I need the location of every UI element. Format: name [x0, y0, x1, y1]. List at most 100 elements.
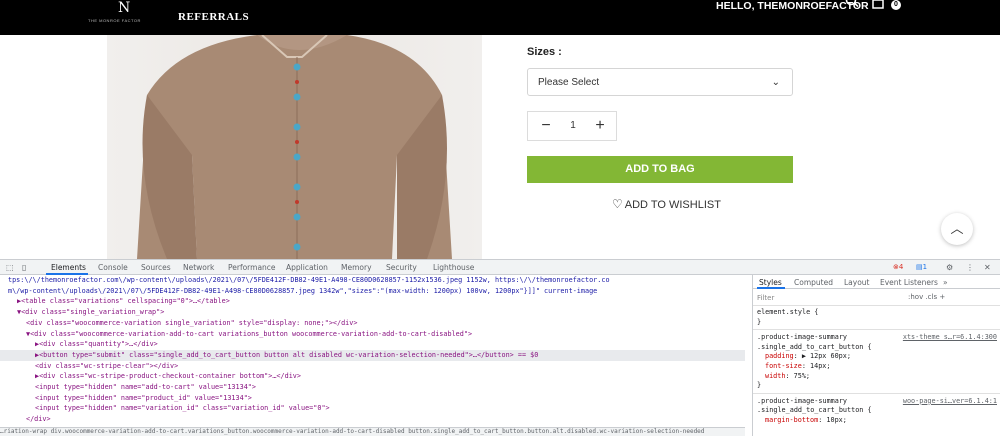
dom-node-line[interactable]: ▶<div class="wc-stripe-product-checkout-…	[0, 371, 745, 382]
nav-referrals-link[interactable]: REFERRALS	[178, 11, 249, 23]
dom-node-line[interactable]: <div class="woocommerce-variation single…	[0, 318, 745, 329]
logo-mark: N	[118, 0, 131, 16]
styles-filter-input[interactable]: Filter	[757, 292, 897, 304]
tab-performance[interactable]: Performance	[228, 263, 276, 272]
dom-node-text: ▶<div class="wc-stripe-product-checkout-…	[35, 372, 301, 381]
tab-console[interactable]: Console	[98, 263, 128, 272]
css-selector[interactable]: .product-image-summary xts-theme_s…r=6.1.…	[757, 333, 997, 343]
tab-elements[interactable]: Elements	[51, 263, 86, 272]
css-property-name[interactable]: padding	[765, 352, 794, 360]
css-property[interactable]: width: 75%;	[757, 372, 997, 382]
css-property-name[interactable]: margin-bottom	[765, 416, 818, 424]
product-image[interactable]	[107, 35, 482, 259]
styles-filter-row: Filter :hov .cls +	[753, 290, 1000, 306]
devtools-tabbar: ⬚ ▯ Elements Console Sources Network Per…	[0, 260, 1000, 275]
css-source-link[interactable]: xts-theme_s…r=6.1.4:300	[903, 333, 997, 343]
inspect-element-icon[interactable]: ⬚	[6, 263, 14, 272]
css-property[interactable]: padding: ▶ 12px 60px;	[757, 352, 997, 362]
css-rule-close[interactable]: }	[757, 318, 997, 328]
chevron-down-icon: ⌄	[771, 77, 780, 88]
quantity-increase-button[interactable]: +	[588, 112, 612, 140]
css-property[interactable]: font-size: 14px;	[757, 362, 997, 372]
css-selector[interactable]: element.style {	[757, 308, 997, 318]
dom-node-text: tps:\/\/themonroefactor.com\/wp-content\…	[8, 276, 610, 284]
tab-memory[interactable]: Memory	[341, 263, 372, 272]
site-logo[interactable]: N THE MONROE FACTOR	[88, 0, 168, 35]
error-count: 4	[898, 263, 904, 271]
chevron-up-icon: ︿	[950, 221, 964, 236]
device-toggle-icon[interactable]: ▯	[22, 263, 26, 272]
dom-node-line[interactable]: <div class="wc-stripe-clear"></div>	[0, 361, 745, 372]
css-property-value[interactable]: 14px;	[810, 362, 830, 370]
dom-node-text: ▼<div class="woocommerce-variation-add-t…	[26, 329, 473, 338]
dom-node-line[interactable]: </div>	[0, 414, 745, 425]
styles-tabs: Styles Computed Layout Event Listeners »	[753, 275, 1000, 289]
dom-node-line[interactable]: <input type="hidden" name="add-to-cart" …	[0, 382, 745, 393]
css-rule-text: .product-image-summary	[757, 333, 848, 342]
dom-node-text: ▼<div class="single_variation_wrap">	[17, 308, 165, 317]
dom-node-line[interactable]: <input type="hidden" name="variation_id"…	[0, 403, 745, 414]
dom-node-line[interactable]: ▶<table class="variations" cellspacing="…	[0, 296, 745, 307]
css-rule-separator	[753, 329, 1000, 331]
dom-node-line[interactable]: <input type="hidden" name="product_id" v…	[0, 393, 745, 404]
dom-node-text: <input type="hidden" name="product_id" v…	[35, 393, 252, 402]
css-property-name[interactable]: width	[765, 372, 785, 380]
dom-node-text: <div class="woocommerce-variation single…	[26, 318, 358, 327]
css-source-link[interactable]: woo-page-si…ver=6.1.4:1	[903, 397, 997, 407]
size-select[interactable]: Please Select ⌄	[527, 68, 793, 96]
css-property-name[interactable]: font-size	[765, 362, 802, 370]
more-options-icon[interactable]: ⋮	[966, 263, 974, 272]
tab-security[interactable]: Security	[386, 263, 417, 272]
quantity-value[interactable]: 1	[558, 112, 588, 140]
message-count: 1	[922, 263, 928, 271]
css-rule-text: }	[757, 381, 762, 390]
shopping-bag-icon[interactable]	[871, 0, 885, 14]
dom-node-text: <input type="hidden" name="variation_id"…	[35, 404, 330, 413]
dom-node-text: ▶<table class="variations" cellspacing="…	[17, 297, 230, 306]
add-to-bag-button[interactable]: ADD TO BAG	[527, 156, 793, 183]
css-property[interactable]: margin-bottom: 10px;	[757, 416, 997, 426]
top-navigation: N THE MONROE FACTOR REFERRALS HELLO, THE…	[0, 0, 1000, 35]
wishlist-label: ADD TO WISHLIST	[624, 199, 721, 211]
tab-lighthouse[interactable]: Lighthouse	[433, 263, 474, 272]
dom-node-line[interactable]: ▼<div class="single_variation_wrap">	[0, 307, 745, 318]
quantity-decrease-button[interactable]: −	[534, 112, 558, 140]
dom-node-line[interactable]: ▶<button type="submit" class="single_add…	[0, 349, 745, 361]
dom-node-line[interactable]: m\/wp-content\/uploads\/2021\/07\/5FDE41…	[0, 286, 745, 297]
scroll-to-top-button[interactable]: ︿	[941, 213, 973, 245]
tab-event-listeners[interactable]: Event Listeners	[880, 278, 938, 287]
dom-breadcrumbs[interactable]: …riation-wrap div.woocommerce-variation-…	[0, 427, 745, 436]
css-property-value[interactable]: 75%;	[794, 372, 810, 380]
styles-filter-tools[interactable]: :hov .cls +	[908, 293, 945, 301]
css-selector[interactable]: .single_add_to_cart_button {	[757, 406, 997, 416]
logo-text: THE MONROE FACTOR	[88, 18, 141, 23]
blouse-illustration	[137, 35, 452, 259]
tab-network[interactable]: Network	[183, 263, 214, 272]
css-rule-text: .product-image-summary	[757, 396, 848, 405]
settings-gear-icon[interactable]: ⚙	[946, 263, 953, 272]
css-rule-text: }	[757, 317, 762, 326]
dom-node-line[interactable]: ▶<div class="quantity">…</div>	[0, 339, 745, 350]
elements-tree[interactable]: tps:\/\/themonroefactor.com\/wp-content\…	[0, 275, 745, 427]
dom-node-text: </div>	[26, 415, 51, 424]
dom-node-text: ▶<div class="quantity">…</div>	[35, 340, 158, 349]
css-selector[interactable]: .product-image-summary woo-page-si…ver=6.…	[757, 397, 997, 407]
css-property-value[interactable]: 10px;	[826, 416, 846, 424]
css-rule-close[interactable]: }	[757, 381, 997, 391]
tab-sources[interactable]: Sources	[141, 263, 171, 272]
tab-layout[interactable]: Layout	[844, 278, 870, 287]
css-property-value[interactable]: ▶ 12px 60px;	[802, 352, 851, 360]
css-selector[interactable]: .single_add_to_cart_button {	[757, 343, 997, 353]
styles-tab-indicator	[757, 287, 785, 289]
tab-more[interactable]: »	[943, 278, 948, 287]
message-count-badge[interactable]: ▤1	[916, 263, 927, 271]
dom-node-line[interactable]: ▼<div class="woocommerce-variation-add-t…	[0, 329, 745, 340]
tab-styles[interactable]: Styles	[759, 278, 782, 287]
add-to-wishlist-link[interactable]: ♡ ADD TO WISHLIST	[612, 197, 721, 213]
dom-node-line[interactable]: tps:\/\/themonroefactor.com\/wp-content\…	[0, 275, 745, 286]
error-count-badge[interactable]: ⊗4	[893, 263, 903, 271]
close-icon[interactable]: ✕	[984, 263, 991, 272]
tab-application[interactable]: Application	[286, 263, 328, 272]
search-icon[interactable]	[845, 0, 859, 14]
tab-computed[interactable]: Computed	[794, 278, 833, 287]
